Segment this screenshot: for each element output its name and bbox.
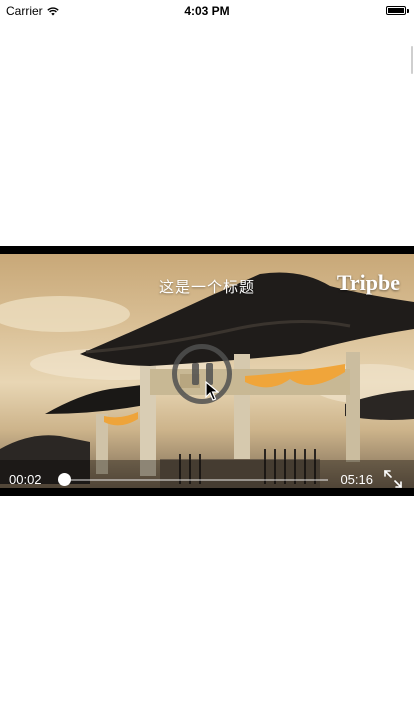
brand-logo: Tripbe: [336, 270, 400, 295]
pause-bar-left: [192, 363, 199, 385]
progress-thumb[interactable]: [57, 473, 71, 486]
total-time: 05:16: [340, 472, 373, 487]
progress-track[interactable]: [57, 473, 328, 486]
scroll-indicator[interactable]: [411, 46, 413, 74]
battery-icon: [386, 6, 406, 15]
video-player[interactable]: 这是一个标题 Tripbe 00:02 05:16: [0, 246, 414, 496]
status-bar: Carrier 4:03 PM: [0, 0, 414, 20]
pause-icon[interactable]: [172, 344, 232, 404]
current-time: 00:02: [9, 472, 42, 487]
video-frame[interactable]: 这是一个标题 Tripbe: [0, 254, 414, 488]
player-controls: 00:02 05:16: [0, 460, 414, 496]
battery-tip: [407, 9, 409, 13]
fullscreen-expand-icon[interactable]: [382, 468, 404, 490]
status-time: 4:03 PM: [184, 4, 230, 18]
mouse-pointer-icon: [205, 381, 219, 401]
